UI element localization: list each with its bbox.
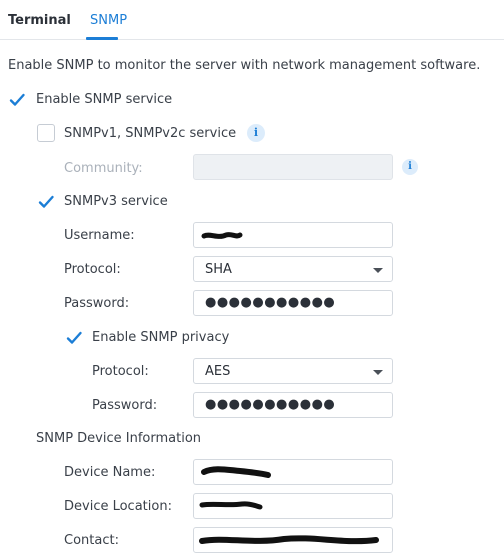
redacted-scribble [199, 501, 263, 510]
redacted-scribble [199, 535, 379, 545]
info-icon[interactable]: i [247, 124, 265, 142]
password-input[interactable]: ●●●●●●●●●●● [193, 290, 393, 316]
username-input[interactable] [193, 222, 393, 248]
protocol-select[interactable]: SHA [193, 256, 393, 282]
username-label: Username: [64, 228, 135, 243]
device-info-heading: SNMP Device Information [36, 431, 202, 446]
active-tab-indicator [86, 37, 118, 40]
snmpv1-v2c-checkbox[interactable] [37, 124, 55, 142]
protocol-label: Protocol: [64, 262, 121, 277]
checkmark-icon [9, 93, 25, 106]
snmp-privacy-checkbox[interactable] [65, 329, 83, 347]
privacy-password-input[interactable]: ●●●●●●●●●●● [193, 392, 393, 418]
redacted-scribble [201, 466, 271, 478]
community-label: Community: [64, 161, 143, 176]
device-location-input[interactable] [193, 493, 393, 519]
community-input[interactable] [193, 154, 393, 180]
device-name-label: Device Name: [64, 465, 156, 480]
contact-input[interactable] [193, 527, 393, 553]
privacy-password-label: Password: [92, 398, 158, 413]
community-info-icon[interactable]: i [402, 159, 418, 175]
device-location-label: Device Location: [64, 499, 172, 514]
chevron-down-icon [373, 268, 383, 273]
privacy-protocol-label: Protocol: [92, 364, 149, 379]
tab-bar: Terminal SNMP [0, 0, 504, 40]
privacy-protocol-select[interactable]: AES [193, 358, 393, 384]
snmpv3-label: SNMPv3 service [64, 194, 168, 209]
description-text: Enable SNMP to monitor the server with n… [8, 58, 481, 73]
enable-snmp-checkbox[interactable] [8, 91, 26, 109]
checkmark-icon [38, 195, 54, 208]
device-name-input[interactable] [193, 459, 393, 485]
tab-terminal[interactable]: Terminal [8, 13, 71, 28]
contact-label: Contact: [64, 533, 119, 548]
redacted-scribble [201, 232, 243, 239]
snmp-privacy-label: Enable SNMP privacy [92, 330, 230, 345]
chevron-down-icon [373, 370, 383, 375]
snmpv1-v2c-label: SNMPv1, SNMPv2c service [64, 126, 237, 141]
tab-snmp[interactable]: SNMP [90, 13, 127, 28]
password-label: Password: [64, 296, 130, 311]
snmpv3-checkbox[interactable] [37, 193, 55, 211]
enable-snmp-label: Enable SNMP service [36, 92, 173, 107]
checkmark-icon [66, 331, 82, 344]
